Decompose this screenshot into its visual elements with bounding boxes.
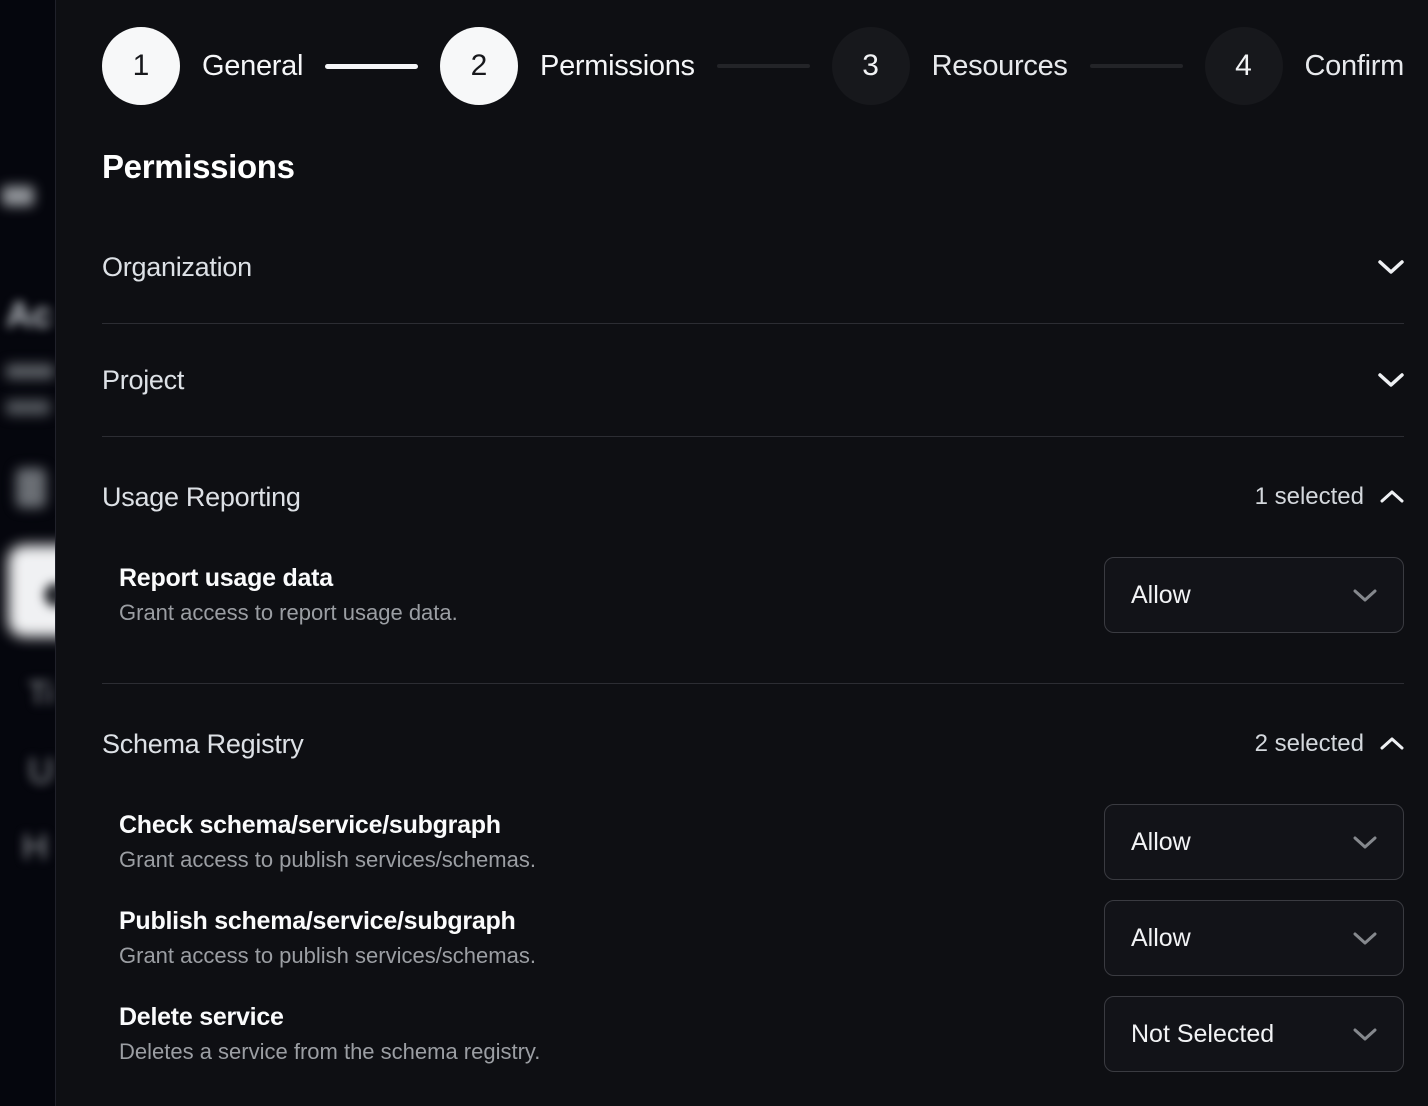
permission-select-value: Not Selected [1131,1020,1274,1049]
section-usage-reporting: Usage Reporting 1 selected Report usage … [102,437,1404,684]
blurred-sidebar-heading: Ac [6,294,52,336]
permission-select-value: Allow [1131,924,1191,953]
step-resources-label: Resources [932,50,1068,83]
permission-description: Grant access to publish services/schemas… [119,847,536,873]
permission-description: Deletes a service from the schema regist… [119,1039,540,1065]
chevron-down-icon [1378,259,1404,275]
blurred-sidebar-textline [6,364,54,379]
step-permissions-number: 2 [440,27,518,105]
blurred-sidebar-item: U [28,750,54,792]
blurred-sidebar-textline [6,400,50,415]
section-project-title: Project [102,365,184,396]
permission-select-value: Allow [1131,581,1191,610]
permission-row: Publish schema/service/subgraph Grant ac… [102,900,1404,976]
chevron-down-icon [1378,372,1404,388]
step-general-label: General [202,50,303,83]
step-general[interactable]: 1 General [102,27,303,105]
chevron-up-icon [1380,490,1404,504]
permission-title: Delete service [119,1003,540,1032]
wizard-stepper: 1 General 2 Permissions 3 Resources 4 Co… [102,27,1404,105]
step-confirm[interactable]: 4 Confirm [1205,27,1404,105]
step-resources-number: 3 [832,27,910,105]
stepper-connector [717,64,810,68]
section-organization: Organization [102,211,1404,324]
step-permissions-label: Permissions [540,50,695,83]
permission-select[interactable]: Allow [1104,557,1404,633]
section-organization-header[interactable]: Organization [102,211,1404,323]
section-usage-reporting-title: Usage Reporting [102,482,301,513]
stepper-connector [1090,64,1183,68]
permission-select-value: Allow [1131,828,1191,857]
step-confirm-number: 4 [1205,27,1283,105]
chevron-down-icon [1353,835,1377,849]
section-project: Project [102,324,1404,437]
step-resources[interactable]: 3 Resources [832,27,1068,105]
chevron-down-icon [1353,588,1377,602]
permission-description: Grant access to publish services/schemas… [119,943,536,969]
section-usage-reporting-header[interactable]: Usage Reporting 1 selected [102,437,1404,557]
page-title: Permissions [102,147,1404,187]
blurred-sidebar-label [2,186,34,206]
step-permissions[interactable]: 2 Permissions [440,27,695,105]
create-key-wizard-modal: 1 General 2 Permissions 3 Resources 4 Co… [55,0,1428,1106]
section-organization-title: Organization [102,252,252,283]
permission-select[interactable]: Allow [1104,900,1404,976]
chevron-down-icon [1353,1027,1377,1041]
blurred-sidebar-icon [16,468,46,508]
step-confirm-label: Confirm [1305,50,1404,83]
permission-title: Check schema/service/subgraph [119,811,536,840]
permission-title: Publish schema/service/subgraph [119,907,536,936]
step-general-number: 1 [102,27,180,105]
permission-select[interactable]: Not Selected [1104,996,1404,1072]
background-underlay: Ac Ti U H [0,0,55,1106]
section-schema-registry-header[interactable]: Schema Registry 2 selected [102,684,1404,804]
permission-row: Check schema/service/subgraph Grant acce… [102,804,1404,880]
permission-row: Report usage data Grant access to report… [102,557,1404,633]
section-schema-registry: Schema Registry 2 selected Check schema/… [102,684,1404,1106]
section-schema-registry-title: Schema Registry [102,729,304,760]
permission-title: Report usage data [119,564,458,593]
chevron-down-icon [1353,931,1377,945]
permission-description: Grant access to report usage data. [119,600,458,626]
blurred-sidebar-item: Ti [28,675,53,712]
blurred-sidebar-item: H [22,826,48,868]
selected-count-badge: 2 selected [1255,730,1364,758]
chevron-up-icon [1380,737,1404,751]
selected-count-badge: 1 selected [1255,483,1364,511]
permission-row: Delete service Deletes a service from th… [102,996,1404,1072]
permission-select[interactable]: Allow [1104,804,1404,880]
stepper-connector [325,64,418,69]
section-project-header[interactable]: Project [102,324,1404,436]
